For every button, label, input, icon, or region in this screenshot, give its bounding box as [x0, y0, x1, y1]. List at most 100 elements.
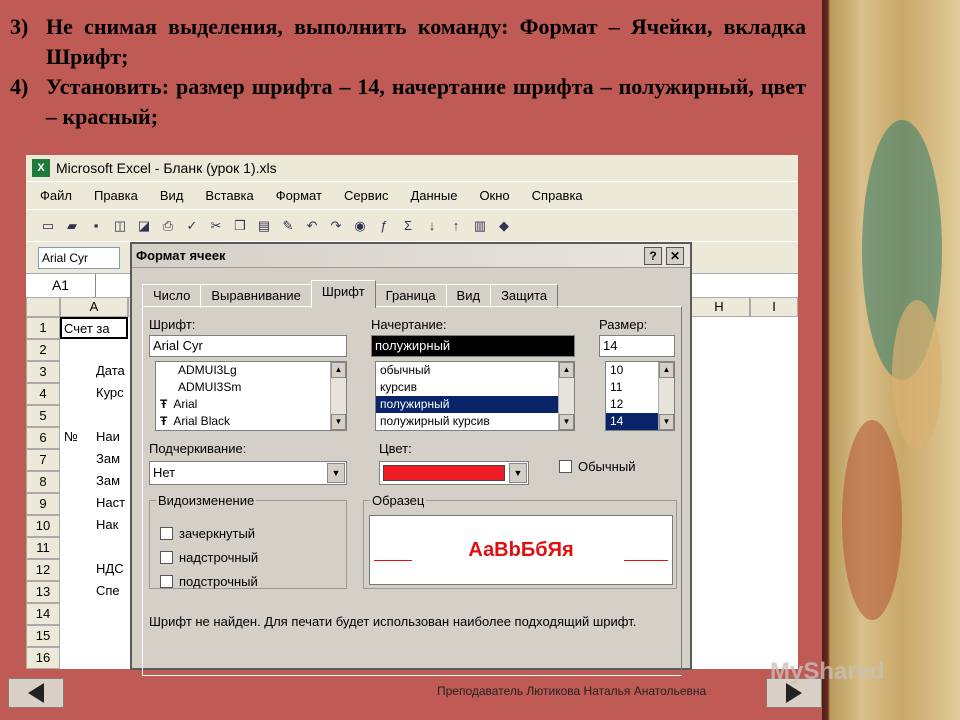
tab-patterns[interactable]: Вид [445, 284, 492, 308]
menu-insert[interactable]: Вставка [205, 188, 253, 203]
row-header[interactable]: 3 [26, 361, 60, 383]
sort-desc-icon[interactable]: ↑ [446, 216, 466, 236]
save-icon[interactable]: ▪ [86, 216, 106, 236]
checkbox-box[interactable] [160, 575, 173, 588]
chevron-down-icon[interactable]: ▼ [509, 463, 527, 483]
copy-icon[interactable]: ❐ [230, 216, 250, 236]
row-header[interactable]: 9 [26, 493, 60, 515]
autosum-icon[interactable]: Σ [398, 216, 418, 236]
strikethrough-checkbox[interactable]: зачеркнутый [160, 526, 255, 541]
print-preview-icon[interactable]: ◪ [134, 216, 154, 236]
drawing-icon[interactable]: ◆ [494, 216, 514, 236]
scroll-up-icon[interactable]: ▲ [659, 362, 674, 378]
color-select[interactable]: ▼ [379, 461, 529, 485]
column-header-a[interactable]: A [60, 297, 128, 317]
cell-b3[interactable]: Дата [94, 361, 128, 383]
cell-b4[interactable]: Курс [94, 383, 128, 405]
row-header[interactable]: 7 [26, 449, 60, 471]
row-header[interactable]: 15 [26, 625, 60, 647]
scroll-up-icon[interactable]: ▲ [331, 362, 346, 378]
cell-a6[interactable]: № [62, 427, 92, 449]
menu-help[interactable]: Справка [532, 188, 583, 203]
cell-b8[interactable]: Зам [94, 471, 128, 493]
font-list-scrollbar[interactable]: ▲ ▼ [330, 362, 346, 430]
open-icon[interactable]: ▰ [62, 216, 82, 236]
format-painter-icon[interactable]: ✎ [278, 216, 298, 236]
tab-alignment[interactable]: Выравнивание [200, 284, 312, 308]
column-header-h[interactable]: H [688, 297, 750, 317]
checkbox-box[interactable] [160, 551, 173, 564]
list-item[interactable]: ADMUI3Sm [156, 379, 346, 396]
row-header[interactable]: 10 [26, 515, 60, 537]
list-item[interactable]: Ŧ Arial Black [156, 413, 346, 430]
size-list-scrollbar[interactable]: ▲ ▼ [658, 362, 674, 430]
cell-b9[interactable]: Наст [94, 493, 128, 515]
list-item-selected[interactable]: полужирный [376, 396, 574, 413]
menu-file[interactable]: Файл [40, 188, 72, 203]
style-input[interactable]: полужирный [371, 335, 575, 357]
normal-font-checkbox[interactable]: Обычный [559, 459, 635, 474]
menu-window[interactable]: Окно [479, 188, 509, 203]
menu-edit[interactable]: Правка [94, 188, 138, 203]
name-box[interactable]: A1 [26, 274, 96, 297]
menu-view[interactable]: Вид [160, 188, 184, 203]
size-list[interactable]: 10 11 12 14 ▲ ▼ [605, 361, 675, 431]
list-item[interactable]: полужирный курсив [376, 413, 574, 430]
row-header[interactable]: 14 [26, 603, 60, 625]
cell-b10[interactable]: Нак [94, 515, 128, 537]
tab-protection[interactable]: Защита [490, 284, 559, 308]
row-header[interactable]: 8 [26, 471, 60, 493]
list-item[interactable]: Ŧ Arial [156, 396, 346, 413]
row-header[interactable]: 6 [26, 427, 60, 449]
cell-b13[interactable]: Спе [94, 581, 128, 603]
sort-asc-icon[interactable]: ↓ [422, 216, 442, 236]
menu-tools[interactable]: Сервис [344, 188, 389, 203]
paste-icon[interactable]: ▤ [254, 216, 274, 236]
menu-data[interactable]: Данные [410, 188, 457, 203]
subscript-checkbox[interactable]: подстрочный [160, 574, 258, 589]
tab-number[interactable]: Число [142, 284, 202, 308]
prev-slide-button[interactable] [8, 678, 64, 708]
cell-b12[interactable]: НДС [94, 559, 128, 581]
redo-icon[interactable]: ↷ [326, 216, 346, 236]
row-header[interactable]: 1 [26, 317, 60, 339]
style-list[interactable]: обычный курсив полужирный полужирный кур… [375, 361, 575, 431]
close-button[interactable]: ✕ [666, 247, 684, 265]
scroll-down-icon[interactable]: ▼ [659, 414, 674, 430]
underline-select[interactable]: Нет ▼ [149, 461, 347, 485]
hyperlink-icon[interactable]: ◉ [350, 216, 370, 236]
scroll-up-icon[interactable]: ▲ [559, 362, 574, 378]
column-header-i[interactable]: I [750, 297, 798, 317]
new-icon[interactable]: ▭ [38, 216, 58, 236]
tab-border[interactable]: Граница [374, 284, 447, 308]
undo-icon[interactable]: ↶ [302, 216, 322, 236]
list-item[interactable]: ADMUI3Lg [156, 362, 346, 379]
print-icon[interactable]: ⎙ [158, 216, 178, 236]
select-all-corner[interactable] [26, 297, 60, 317]
cell-a1[interactable]: Счет за [60, 317, 128, 339]
row-header[interactable]: 5 [26, 405, 60, 427]
function-icon[interactable]: ƒ [374, 216, 394, 236]
help-button[interactable]: ? [644, 247, 662, 265]
menu-format[interactable]: Формат [276, 188, 322, 203]
list-item[interactable]: курсив [376, 379, 574, 396]
font-input[interactable]: Arial Cyr [149, 335, 347, 357]
cut-icon[interactable]: ✂ [206, 216, 226, 236]
row-header[interactable]: 11 [26, 537, 60, 559]
row-header[interactable]: 16 [26, 647, 60, 669]
size-input[interactable]: 14 [599, 335, 675, 357]
chevron-down-icon[interactable]: ▼ [327, 463, 345, 483]
spelling-icon[interactable]: ✓ [182, 216, 202, 236]
checkbox-box[interactable] [559, 460, 572, 473]
font-list[interactable]: ADMUI3Lg ADMUI3Sm Ŧ Arial Ŧ Arial Black ▲ … [155, 361, 347, 431]
tab-font[interactable]: Шрифт [310, 280, 376, 308]
chart-icon[interactable]: ▥ [470, 216, 490, 236]
style-list-scrollbar[interactable]: ▲ ▼ [558, 362, 574, 430]
list-item[interactable]: обычный [376, 362, 574, 379]
permission-icon[interactable]: ◫ [110, 216, 130, 236]
row-header[interactable]: 12 [26, 559, 60, 581]
checkbox-box[interactable] [160, 527, 173, 540]
font-name-box[interactable]: Arial Cyr [38, 246, 120, 269]
scroll-down-icon[interactable]: ▼ [331, 414, 346, 430]
row-header[interactable]: 2 [26, 339, 60, 361]
